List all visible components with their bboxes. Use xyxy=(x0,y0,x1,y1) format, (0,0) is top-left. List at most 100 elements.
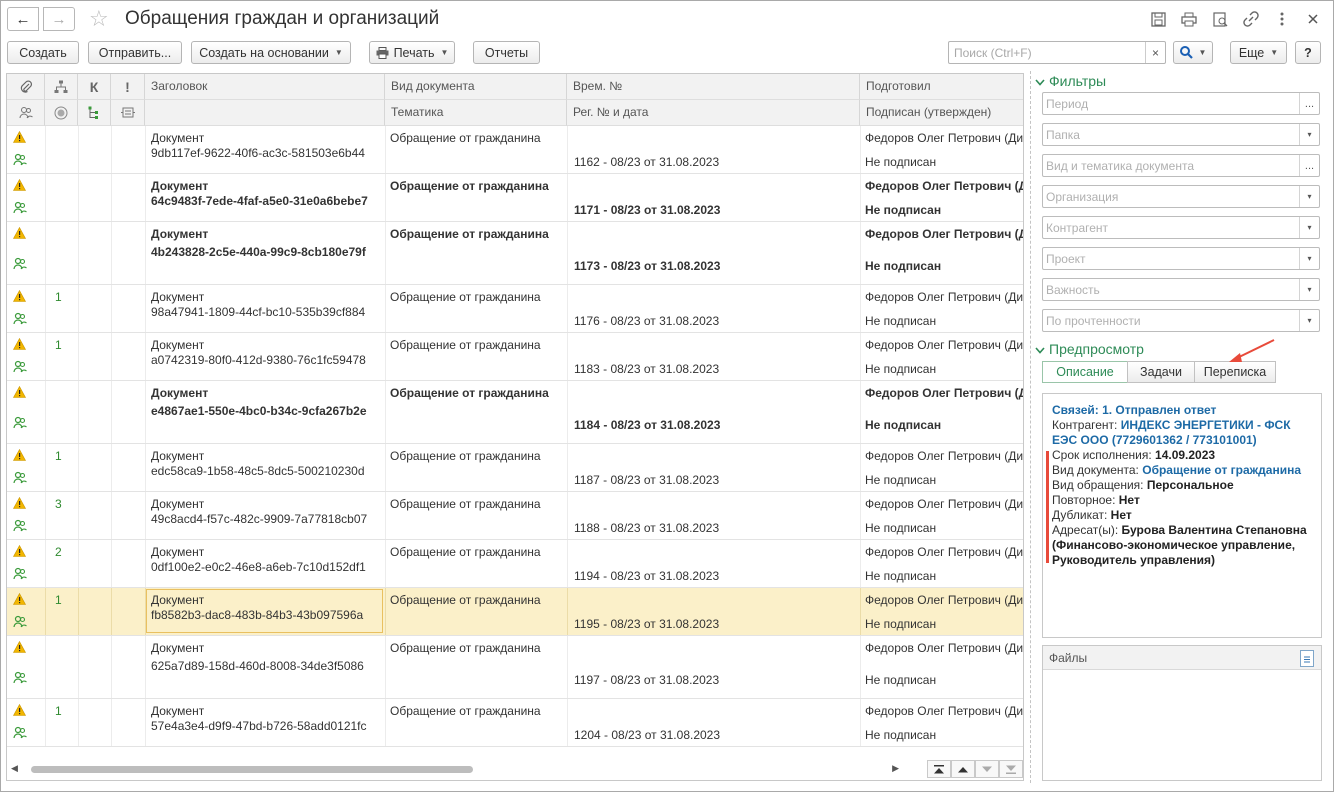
help-button[interactable]: ? xyxy=(1295,41,1321,64)
link-icon[interactable] xyxy=(1241,9,1261,29)
filter-field[interactable]: Период... xyxy=(1042,92,1320,115)
table-row[interactable]: Документ e4867ae1-550e-4bc0-b34c-9cfa267b… xyxy=(7,381,1023,444)
column-prepared[interactable]: Подготовил xyxy=(860,74,1023,100)
select-ellipsis-icon[interactable]: ... xyxy=(1299,93,1319,114)
filter-field[interactable]: Вид и тематика документа... xyxy=(1042,154,1320,177)
search-input[interactable]: Поиск (Ctrl+F) × xyxy=(948,41,1166,64)
contractor-icon xyxy=(13,726,27,742)
preview-section-header[interactable]: Предпросмотр xyxy=(1035,341,1144,357)
panel-splitter[interactable] xyxy=(1030,71,1031,783)
appeal-type-value: Персональное xyxy=(1146,478,1234,492)
row-reg-no: 1171 - 08/23 от 31.08.2023 xyxy=(574,203,721,217)
more-icon[interactable] xyxy=(1272,9,1292,29)
go-first-button[interactable] xyxy=(927,760,951,778)
reports-button[interactable]: Отчеты xyxy=(473,41,540,64)
row-title-id: a0742319-80f0-412d-9380-76c1fc59478 xyxy=(151,353,366,367)
links-count: 1 xyxy=(55,593,62,607)
column-k[interactable]: К xyxy=(78,74,111,100)
row-prepared: Федоров Олег Петрович (Д xyxy=(865,227,1024,241)
column-reg-no[interactable]: Рег. № и дата xyxy=(567,100,860,126)
table-row[interactable]: 1 Документ edc58ca9-1b58-48c5-8dc5-5002102… xyxy=(7,444,1023,492)
dropdown-arrow-icon[interactable]: ▾ xyxy=(1299,124,1319,145)
search-button[interactable]: ▼ xyxy=(1173,41,1213,64)
table-row[interactable]: Документ 4b243828-2c5e-440a-99c9-8cb180e7… xyxy=(7,222,1024,285)
warning-icon xyxy=(12,385,27,401)
filter-field[interactable]: Важность ▾ xyxy=(1042,278,1320,301)
row-reg-no: 1204 - 08/23 от 31.08.2023 xyxy=(574,728,721,742)
row-doc-type: Обращение от гражданина xyxy=(390,338,541,352)
column-tree-icon[interactable] xyxy=(78,100,111,126)
table-row[interactable]: Документ 64c9483f-7ede-4faf-a5e0-31e0a6be… xyxy=(7,174,1024,222)
chevron-down-icon xyxy=(1035,345,1049,357)
go-last-button[interactable] xyxy=(999,760,1023,778)
table-row[interactable]: 1 Документ a0742319-80f0-412d-9380-76c1fc5… xyxy=(7,333,1023,381)
tab-description[interactable]: Описание xyxy=(1042,361,1128,383)
print-icon[interactable] xyxy=(1179,9,1199,29)
column-importance[interactable]: ! xyxy=(111,74,145,100)
go-up-button[interactable] xyxy=(951,760,975,778)
filter-field[interactable]: Контрагент ▾ xyxy=(1042,216,1320,239)
contractor-icon xyxy=(13,519,27,535)
column-doc-type[interactable]: Вид документа xyxy=(385,74,567,100)
horizontal-scrollbar[interactable]: ◀ ▶ xyxy=(11,763,899,775)
filter-field[interactable]: Проект ▾ xyxy=(1042,247,1320,270)
column-hierarchy-icon[interactable] xyxy=(45,74,78,100)
warning-icon xyxy=(12,130,27,146)
filters-section-header[interactable]: Фильтры xyxy=(1035,73,1106,89)
table-row[interactable]: 1 Документ 57e4a3e4-d9f9-47bd-b726-58add01… xyxy=(7,699,1023,747)
go-down-button[interactable] xyxy=(975,760,999,778)
links-link[interactable]: Связей: 1. Отправлен ответ xyxy=(1052,403,1216,417)
table-row[interactable]: 1 Документ 98a47941-1809-44cf-bc10-535b39c… xyxy=(7,285,1023,333)
clear-search-icon[interactable]: × xyxy=(1145,42,1165,63)
dropdown-arrow-icon[interactable]: ▾ xyxy=(1299,217,1319,238)
tab-tasks[interactable]: Задачи xyxy=(1127,361,1195,383)
column-signed[interactable]: Подписан (утвержден) xyxy=(860,100,1023,126)
preview-icon[interactable] xyxy=(1210,9,1230,29)
row-title-id: 98a47941-1809-44cf-bc10-535b39cf884 xyxy=(151,305,366,319)
dropdown-arrow-icon[interactable]: ▾ xyxy=(1299,248,1319,269)
dropdown-arrow-icon[interactable]: ▾ xyxy=(1299,279,1319,300)
scroll-thumb[interactable] xyxy=(31,766,473,773)
dropdown-arrow-icon[interactable]: ▾ xyxy=(1299,310,1319,331)
column-topic[interactable]: Тематика xyxy=(385,100,567,126)
create-button[interactable]: Создать xyxy=(7,41,79,64)
favorite-star-icon[interactable]: ☆ xyxy=(89,6,109,32)
duplicate-value: Нет xyxy=(1110,508,1132,522)
column-contractor-icon[interactable] xyxy=(7,100,45,126)
save-icon[interactable] xyxy=(1148,9,1168,29)
links-count: 1 xyxy=(55,449,62,463)
doc-type-link[interactable]: Обращение от гражданина xyxy=(1142,463,1301,477)
column-tasks-icon[interactable] xyxy=(111,100,145,126)
row-prepared: Федоров Олег Петрович (Д xyxy=(865,179,1024,193)
scroll-left-icon[interactable]: ◀ xyxy=(11,763,18,774)
filter-field[interactable]: Папка ▾ xyxy=(1042,123,1320,146)
dropdown-arrow-icon[interactable]: ▾ xyxy=(1299,186,1319,207)
table-row[interactable]: Документ 625a7d89-158d-460d-8008-34de3f50… xyxy=(7,636,1023,699)
filter-field[interactable]: Организация ▾ xyxy=(1042,185,1320,208)
column-title[interactable]: Заголовок xyxy=(145,74,385,100)
add-file-icon[interactable] xyxy=(1300,650,1314,667)
back-button[interactable]: ← xyxy=(7,7,39,31)
last-page-icon xyxy=(1006,765,1016,774)
forward-button[interactable]: → xyxy=(43,7,75,31)
filter-field[interactable]: По прочтенности ▾ xyxy=(1042,309,1320,332)
select-ellipsis-icon[interactable]: ... xyxy=(1299,155,1319,176)
table-row[interactable]: 3 Документ 49c8acd4-f57c-482c-9909-7a77818… xyxy=(7,492,1023,540)
column-attachment-icon[interactable] xyxy=(7,74,45,100)
filter-placeholder: Проект xyxy=(1046,252,1086,266)
print-button[interactable]: Печать ▼ xyxy=(369,41,455,64)
table-row[interactable]: Документ 9db117ef-9622-40f6-ac3c-581503e6… xyxy=(7,126,1023,174)
create-button-label: Создать xyxy=(19,45,67,60)
send-button[interactable]: Отправить... xyxy=(88,41,182,64)
scroll-right-icon[interactable]: ▶ xyxy=(892,763,899,774)
table-row[interactable]: 2 Документ 0df100e2-e0c2-46e8-a6eb-7c10d15… xyxy=(7,540,1023,588)
column-status-icon[interactable] xyxy=(45,100,78,126)
more-button[interactable]: Еще ▼ xyxy=(1230,41,1287,64)
more-button-label: Еще xyxy=(1238,45,1265,60)
create-based-button[interactable]: Создать на основании ▼ xyxy=(191,41,351,64)
table-row[interactable]: 1 Документ fb8582b3-dac8-483b-84b3-43b0975… xyxy=(7,588,1023,636)
column-temp-no[interactable]: Врем. № xyxy=(567,74,860,100)
deadline-label: Срок исполнения: xyxy=(1052,448,1156,462)
documents-table[interactable]: К ! Заголовок Вид документа Врем. № Подг… xyxy=(6,73,1024,781)
close-icon[interactable] xyxy=(1303,9,1323,29)
